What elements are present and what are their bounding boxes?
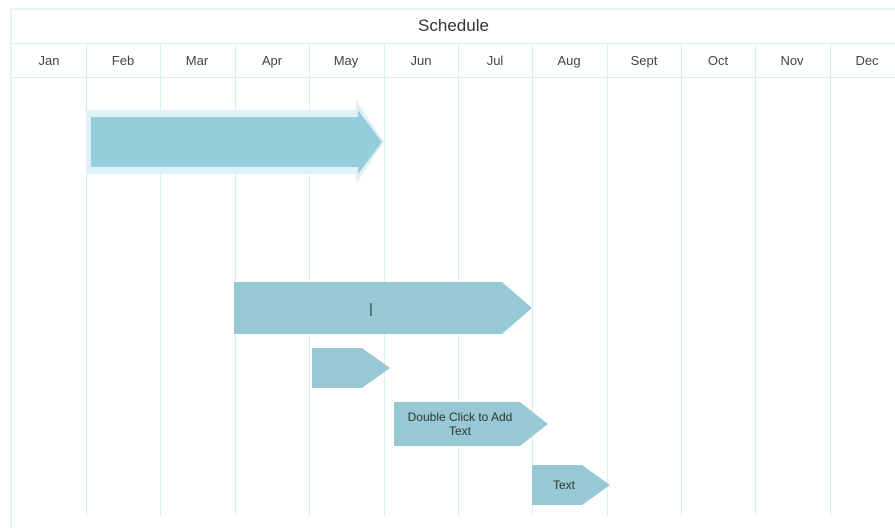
grid-line: [755, 43, 756, 516]
month-sept: Sept: [630, 53, 658, 68]
month-apr: Apr: [261, 53, 283, 68]
grid-line: [607, 43, 608, 516]
month-jul: Jul: [486, 53, 504, 68]
month-dec: Dec: [855, 53, 879, 68]
month-jan: Jan: [38, 53, 60, 68]
month-mar: Mar: [185, 53, 209, 68]
task-arrow-shape: [86, 100, 384, 184]
month-may: May: [333, 53, 359, 68]
grid-line: [681, 43, 682, 516]
month-jun: Jun: [410, 53, 432, 68]
task-bar-1[interactable]: [84, 98, 386, 186]
month-oct: Oct: [707, 53, 729, 68]
task-label[interactable]: Text: [532, 478, 596, 492]
schedule-canvas[interactable]: Schedule Jan Feb Mar Apr May Jun Jul Aug…: [0, 0, 895, 528]
task-arrow-shape: [312, 348, 390, 388]
grid-line: [830, 43, 831, 516]
month-header-row: Jan Feb Mar Apr May Jun Jul Aug Sept Oct…: [12, 44, 895, 78]
title-row: Schedule: [12, 10, 895, 44]
task-label[interactable]: |: [354, 301, 388, 315]
task-bar-5[interactable]: Text: [532, 465, 610, 505]
month-aug: Aug: [557, 53, 581, 68]
schedule-title[interactable]: Schedule: [12, 16, 895, 36]
month-nov: Nov: [780, 53, 804, 68]
schedule-frame: [10, 8, 895, 528]
task-label[interactable]: Double Click to Add Text: [398, 410, 522, 438]
task-bar-3[interactable]: [312, 348, 390, 388]
task-bar-2[interactable]: |: [234, 282, 532, 334]
task-bar-4[interactable]: Double Click to Add Text: [394, 402, 548, 446]
month-feb: Feb: [111, 53, 135, 68]
